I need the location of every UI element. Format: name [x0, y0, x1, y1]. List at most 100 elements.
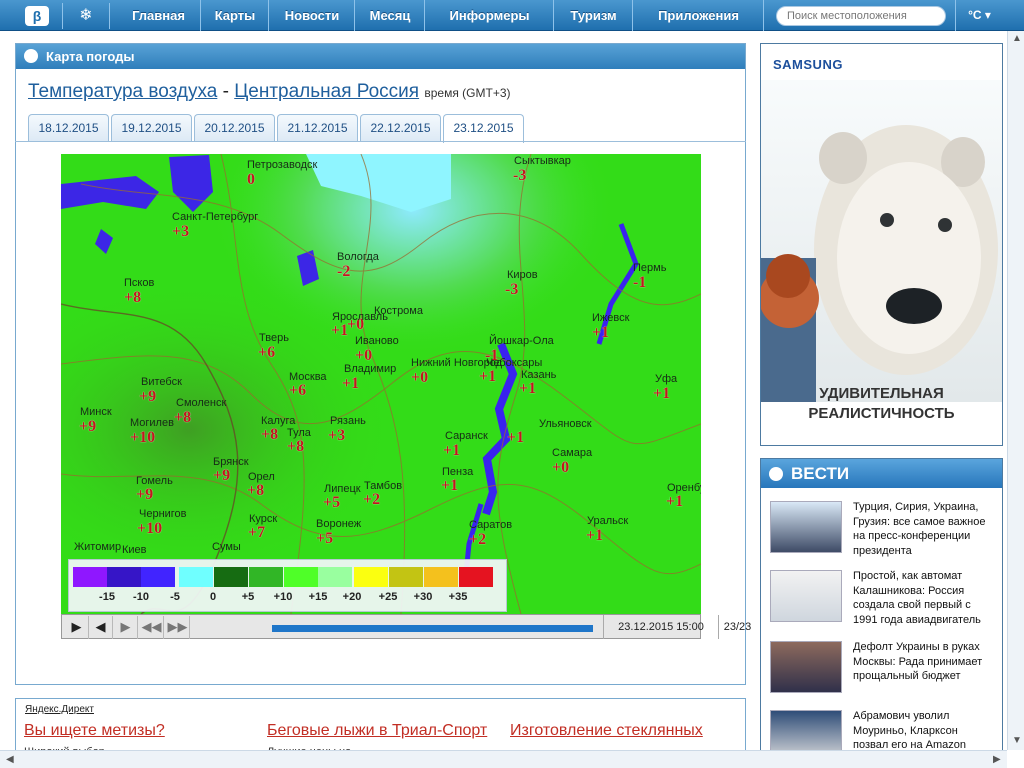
- temp-ryazan: +3: [328, 427, 346, 444]
- step-forward-icon[interactable]: ▶: [114, 616, 138, 639]
- tab-22-12-2015[interactable]: 22.12.2015: [360, 114, 441, 142]
- nav-tourism[interactable]: Туризм: [555, 0, 633, 31]
- temp-kursk: +7: [248, 524, 266, 541]
- temp-yaroslavl: +1: [331, 322, 349, 339]
- scroll-up-icon[interactable]: ▲: [1012, 33, 1022, 44]
- nav-home[interactable]: Главная: [117, 0, 201, 31]
- region-link[interactable]: Центральная Россия: [234, 81, 419, 102]
- snowflake-icon[interactable]: ❄︎: [62, 3, 110, 29]
- ad-link-3[interactable]: Изготовление стеклянных: [510, 722, 703, 740]
- player-frame-count: 23/23: [718, 615, 756, 639]
- temp-saransk: +1: [443, 442, 461, 459]
- ads-title[interactable]: Яндекс.Директ: [25, 704, 94, 715]
- temp-izhevsk: +1: [592, 324, 610, 341]
- temp-vologda: -2: [337, 263, 351, 280]
- temp-oryol: +8: [247, 482, 265, 499]
- city-syktyvkar: Сыктывкар: [514, 155, 571, 167]
- location-search-input[interactable]: Поиск местоположения: [776, 6, 946, 26]
- city-ivanovo: Иваново: [355, 335, 399, 347]
- vesti-news-block: ВЕСТИ Турция, Сирия, Украина, Грузия: вс…: [760, 458, 1003, 754]
- nav-apps[interactable]: Приложения: [634, 0, 764, 31]
- city-samara: Самара: [552, 447, 593, 459]
- tab-21-12-2015[interactable]: 21.12.2015: [277, 114, 358, 142]
- banner-slogan: УДИВИТЕЛЬНАЯ РЕАЛИСТИЧНОСТЬ: [761, 384, 1002, 424]
- city-perm: Пермь: [633, 262, 667, 274]
- step-back-icon[interactable]: ◀: [89, 616, 113, 639]
- legend-swatch: [318, 567, 352, 587]
- temperature-legend: -15 -10 -5 0 +5 +10 +15 +20 +25 +30 +35: [68, 559, 507, 612]
- tab-divider: [15, 141, 746, 142]
- vertical-scrollbar[interactable]: ▲ ▼: [1007, 31, 1024, 750]
- news-item-4[interactable]: Абрамович уволил Моуриньо, Кларксон позв…: [770, 709, 995, 753]
- logo-button[interactable]: β: [25, 6, 49, 26]
- temp-cheboksary: +1: [479, 368, 497, 385]
- scroll-down-icon[interactable]: ▼: [1012, 735, 1022, 746]
- news-text-2[interactable]: Простой, как автомат Калашникова: Россия…: [853, 569, 995, 627]
- news-thumbnail: [770, 641, 842, 693]
- city-chernigov: Чернигов: [139, 508, 187, 520]
- chevron-down-icon: ▾: [984, 8, 991, 22]
- legend-label: +35: [448, 591, 468, 603]
- heading-separator: -: [222, 81, 229, 102]
- temperature-map[interactable]: Петрозаводск 0 Сыктывкар -3 Санкт-Петербур…: [61, 154, 701, 614]
- legend-swatch: [389, 567, 423, 587]
- legend-label: +25: [378, 591, 398, 603]
- temp-perm: -1: [633, 274, 647, 291]
- temp-kazan: +1: [519, 380, 537, 397]
- legend-label: +30: [413, 591, 433, 603]
- news-item-1[interactable]: Турция, Сирия, Украина, Грузия: все само…: [770, 501, 995, 563]
- nav-news[interactable]: Новости: [270, 0, 355, 31]
- tab-23-12-2015[interactable]: 23.12.2015: [443, 114, 524, 143]
- temp-saratov: +2: [469, 531, 487, 548]
- tab-19-12-2015[interactable]: 19.12.2015: [111, 114, 192, 142]
- rewind-icon[interactable]: ◀◀: [140, 616, 164, 639]
- timeline-progress[interactable]: [272, 625, 593, 632]
- samsung-banner[interactable]: SAMSUNG УДИВИТЕЛЬНАЯ РЕАЛИСТИЧНОСТЬ: [760, 43, 1003, 446]
- tab-18-12-2015[interactable]: 18.12.2015: [28, 114, 109, 142]
- news-text-1[interactable]: Турция, Сирия, Украина, Грузия: все само…: [853, 500, 995, 558]
- news-text-3[interactable]: Дефолт Украины в руках Москвы: Рада прин…: [853, 640, 995, 684]
- news-thumbnail: [770, 501, 842, 553]
- temp-chernigov: +10: [137, 520, 163, 537]
- temp-smolensk: +8: [174, 409, 192, 426]
- ad-link-1[interactable]: Вы ищете метизы?: [24, 722, 165, 740]
- scroll-right-icon[interactable]: ▶: [993, 754, 1001, 765]
- legend-label: +5: [241, 591, 255, 603]
- unit-selector[interactable]: °C ▾: [955, 0, 1003, 31]
- city-kiev: Киев: [122, 544, 147, 556]
- legend-label: 0: [209, 591, 217, 603]
- temp-tambov: +2: [363, 491, 381, 508]
- nav-maps[interactable]: Карты: [202, 0, 269, 31]
- ad-link-2[interactable]: Беговые лыжи в Триал-Спорт: [267, 722, 487, 740]
- nav-informers[interactable]: Информеры: [426, 0, 554, 31]
- news-thumbnail: [770, 570, 842, 622]
- fast-forward-icon[interactable]: ▶▶: [166, 616, 190, 639]
- horizontal-scrollbar[interactable]: ◀ ▶: [0, 750, 1007, 768]
- temp-kaluga: +8: [261, 426, 279, 443]
- legend-swatch: [214, 567, 248, 587]
- nav-month[interactable]: Месяц: [356, 0, 425, 31]
- city-ufa: Уфа: [655, 373, 678, 385]
- news-thumbnail: [770, 710, 842, 753]
- city-mogilev: Могилев: [130, 417, 174, 429]
- temp-bryansk: +9: [213, 467, 231, 484]
- news-item-3[interactable]: Дефолт Украины в руках Москвы: Рада прин…: [770, 641, 995, 703]
- play-icon[interactable]: ▶: [65, 616, 89, 639]
- yandex-direct-ads: Яндекс.Директ Вы ищете метизы? Беговые л…: [15, 698, 746, 758]
- news-text-4[interactable]: Абрамович уволил Моуриньо, Кларксон позв…: [853, 709, 995, 753]
- map-player-controls: ▶ ◀ ▶ ◀◀ ▶▶ 23.12.2015 15:00 23/23: [61, 614, 751, 639]
- temp-samara: +0: [552, 459, 570, 476]
- temp-gomel: +9: [136, 486, 154, 503]
- top-navigation-bar: β ❄︎ Главная Карты Новости Месяц Информе…: [0, 0, 1024, 31]
- parameter-link[interactable]: Температура воздуха: [28, 81, 217, 102]
- city-kirov: Киров: [507, 269, 538, 281]
- legend-label: +10: [273, 591, 293, 603]
- scroll-left-icon[interactable]: ◀: [6, 754, 14, 765]
- temp-moscow: +6: [289, 382, 307, 399]
- legend-swatch: [354, 567, 388, 587]
- news-item-2[interactable]: Простой, как автомат Калашникова: Россия…: [770, 570, 995, 632]
- legend-swatch: [73, 567, 107, 587]
- city-yoshkar-ola: Йошкар-Ола: [489, 335, 554, 347]
- temp-lipetsk: +5: [323, 494, 341, 511]
- tab-20-12-2015[interactable]: 20.12.2015: [194, 114, 275, 142]
